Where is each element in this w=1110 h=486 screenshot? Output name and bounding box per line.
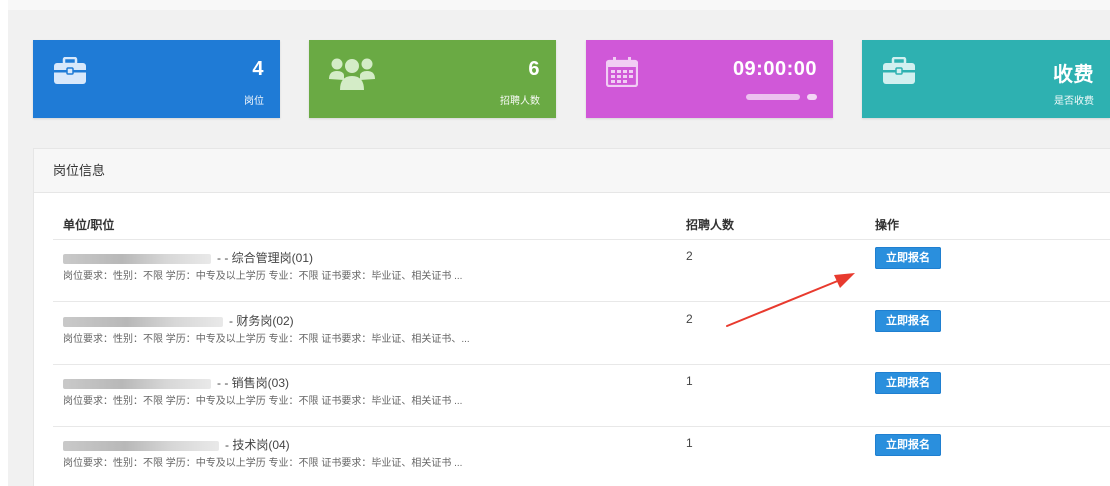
calendar-icon <box>605 57 639 92</box>
row-requirement: 岗位要求：性别：不限 学历：中专及以上学历 专业：不限 证书要求：毕业证、相关证… <box>63 334 470 345</box>
apply-button[interactable]: 立即报名 <box>875 310 941 332</box>
divider <box>53 301 1110 302</box>
stat-card-time: 09:00:00 <box>586 40 833 118</box>
row-requirement: 岗位要求：性别：不限 学历：中专及以上学历 专业：不限 证书要求：毕业证、相关证… <box>63 271 463 282</box>
divider <box>53 426 1110 427</box>
time-value: 09:00:00 <box>732 58 817 80</box>
row-requirement: 岗位要求：性别：不限 学历：中专及以上学历 专业：不限 证书要求：毕业证、相关证… <box>63 396 463 407</box>
stat-card-recruits: 6 招聘人数 <box>309 40 556 118</box>
briefcase-icon <box>53 56 87 90</box>
row-title: - - 综合管理岗(01) <box>63 249 313 266</box>
recruits-count: 6 <box>528 58 540 80</box>
row-count: 2 <box>686 249 693 263</box>
row-title: - 技术岗(04) <box>63 436 290 453</box>
redacted-unit-name <box>63 253 211 264</box>
top-band <box>8 0 1110 10</box>
fee-label: 是否收费 <box>1054 96 1094 107</box>
fee-value: 收费 <box>1053 64 1094 86</box>
column-header-action: 操作 <box>875 218 900 232</box>
column-header-unit: 单位/职位 <box>63 218 115 232</box>
row-count: 1 <box>686 436 693 450</box>
row-title: - - 销售岗(03) <box>63 374 289 391</box>
row-count: 2 <box>686 312 693 326</box>
apply-button[interactable]: 立即报名 <box>875 434 941 456</box>
redacted-unit-name <box>63 316 223 327</box>
stat-card-positions: 4 岗位 <box>33 40 280 118</box>
panel-title: 岗位信息 <box>34 149 1110 193</box>
briefcase-icon <box>882 56 916 90</box>
time-label-redacted <box>746 92 817 103</box>
apply-button[interactable]: 立即报名 <box>875 247 941 269</box>
row-count: 1 <box>686 374 693 388</box>
page-left-margin <box>0 0 8 486</box>
redacted-unit-name <box>63 440 219 451</box>
recruits-label: 招聘人数 <box>500 96 540 107</box>
users-icon <box>329 57 375 96</box>
positions-panel: 岗位信息 单位/职位 招聘人数 操作 - - 综合管理岗(01) 岗位要求：性别… <box>33 148 1110 486</box>
divider <box>53 364 1110 365</box>
column-header-count: 招聘人数 <box>686 218 735 232</box>
positions-label: 岗位 <box>244 96 264 107</box>
divider <box>53 239 1110 240</box>
positions-count: 4 <box>252 58 264 80</box>
apply-button[interactable]: 立即报名 <box>875 372 941 394</box>
row-requirement: 岗位要求：性别：不限 学历：中专及以上学历 专业：不限 证书要求：毕业证、相关证… <box>63 458 463 469</box>
redacted-unit-name <box>63 378 211 389</box>
stat-card-fee: 收费 是否收费 <box>862 40 1110 118</box>
row-title: - 财务岗(02) <box>63 312 294 329</box>
